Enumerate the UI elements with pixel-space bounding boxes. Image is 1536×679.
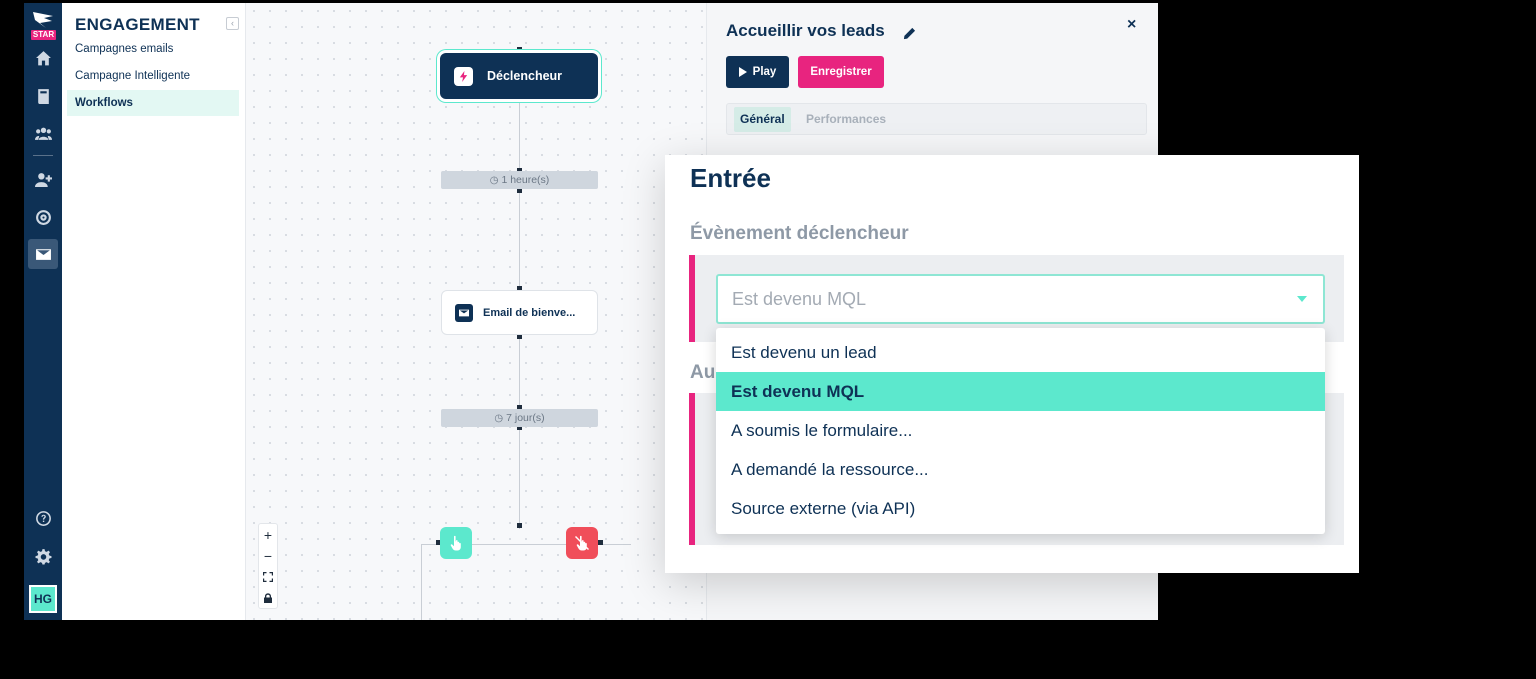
- trigger-node-badge: [454, 66, 473, 86]
- save-button[interactable]: Enregistrer: [798, 56, 884, 88]
- lock-icon: [264, 592, 272, 603]
- connector-handle[interactable]: [517, 47, 522, 52]
- collapse-sidebar-button[interactable]: ‹: [226, 17, 239, 30]
- trigger-node[interactable]: Déclencheur: [440, 53, 598, 99]
- condition-yes-node[interactable]: [440, 527, 472, 559]
- delay-node-label: 1 heure(s): [501, 174, 550, 186]
- dropdown-option-selected[interactable]: Est devenu MQL: [716, 372, 1325, 411]
- nav-add-user[interactable]: [28, 164, 58, 194]
- email-node[interactable]: Email de bienve...: [441, 290, 598, 335]
- zoom-in-button[interactable]: +: [259, 524, 277, 545]
- tab-performances[interactable]: Performances: [800, 107, 892, 132]
- subnav-item-smart-campaign[interactable]: Campagne Intelligente: [67, 63, 239, 89]
- delay-node[interactable]: ◷ 7 jour(s): [441, 409, 598, 427]
- connector-handle[interactable]: [517, 523, 522, 528]
- brand-logo-text: STAR: [31, 30, 56, 40]
- lightning-icon: [459, 70, 468, 82]
- dropdown-option[interactable]: A soumis le formulaire...: [716, 411, 1325, 450]
- help-icon: [35, 510, 51, 526]
- mail-icon: [459, 309, 469, 316]
- delay-node[interactable]: ◷ 1 heure(s): [441, 171, 598, 189]
- secondary-section-label: Au: [690, 362, 716, 383]
- nav-engagement[interactable]: [28, 239, 58, 269]
- add-user-icon: [34, 172, 52, 187]
- trigger-event-label: Évènement déclencheur: [690, 223, 909, 244]
- no-click-icon: [575, 535, 589, 551]
- trigger-event-select[interactable]: Est devenu MQL: [716, 274, 1325, 324]
- edit-title-button[interactable]: [903, 27, 916, 40]
- avatar[interactable]: HG: [29, 585, 57, 613]
- condition-no-node[interactable]: [566, 527, 598, 559]
- close-panel-button[interactable]: ×: [1127, 16, 1136, 34]
- panel-tabs: Général Performances: [726, 103, 1147, 135]
- branch-connector-left: [421, 544, 422, 620]
- clock-icon: ◷: [494, 412, 504, 424]
- bird-logo-icon: [33, 12, 53, 28]
- entry-title: Entrée: [690, 163, 771, 193]
- workflow-canvas[interactable]: Déclencheur ◷ 1 heure(s) Email de bienve…: [246, 3, 706, 620]
- nav-home[interactable]: [28, 43, 58, 73]
- email-node-badge: [455, 303, 473, 322]
- nav-library[interactable]: [28, 81, 58, 111]
- clock-icon: ◷: [489, 174, 499, 186]
- home-icon: [35, 50, 51, 65]
- subnav-item-workflows[interactable]: Workflows: [67, 90, 239, 116]
- gear-icon: [35, 548, 51, 564]
- delay-node-label: 7 jour(s): [506, 412, 545, 424]
- rail-divider: [33, 155, 53, 156]
- dropdown-option[interactable]: Est devenu un lead: [716, 333, 1325, 372]
- nav-contacts[interactable]: [28, 118, 58, 148]
- dropdown-option[interactable]: A demandé la ressource...: [716, 450, 1325, 489]
- click-hand-icon: [450, 535, 461, 551]
- email-node-label: Email de bienve...: [483, 306, 576, 319]
- nav-help[interactable]: [28, 503, 58, 533]
- trigger-event-dropdown: Est devenu un lead Est devenu MQL A soum…: [716, 328, 1325, 534]
- users-icon: [34, 127, 52, 140]
- brand-logo[interactable]: STAR: [29, 11, 57, 41]
- play-icon: [738, 67, 747, 77]
- fit-view-icon: [263, 571, 273, 582]
- close-icon: ×: [1127, 16, 1137, 33]
- icon-rail: STAR HG: [24, 3, 62, 620]
- play-button-label: Play: [752, 66, 777, 78]
- target-icon: [35, 209, 51, 225]
- nav-targeting[interactable]: [28, 202, 58, 232]
- chevron-left-icon: ‹: [231, 18, 234, 28]
- subnav-title: ENGAGEMENT: [75, 15, 200, 34]
- pencil-icon: [903, 27, 916, 40]
- workflow-title: Accueillir vos leads: [726, 21, 885, 40]
- caret-down-icon: [1297, 296, 1307, 302]
- subnav-item-email-campaigns[interactable]: Campagnes emails: [67, 36, 239, 62]
- nav-settings[interactable]: [28, 541, 58, 571]
- fit-view-button[interactable]: [259, 566, 277, 587]
- zoom-out-button[interactable]: −: [259, 545, 277, 566]
- trigger-node-label: Déclencheur: [487, 69, 563, 83]
- dropdown-option[interactable]: Source externe (via API): [716, 489, 1325, 528]
- lock-canvas-button[interactable]: [259, 587, 277, 608]
- entry-settings-card: Entrée Évènement déclencheur Au Est deve…: [665, 155, 1359, 573]
- engagement-subnav: ENGAGEMENT ‹ Campagnes emails Campagne I…: [62, 3, 246, 620]
- tab-general[interactable]: Général: [734, 107, 791, 132]
- book-icon: [37, 88, 49, 104]
- zoom-controls: + −: [258, 523, 278, 609]
- mail-icon: [35, 248, 51, 260]
- trigger-event-select-value: Est devenu MQL: [732, 289, 867, 309]
- connector-handle[interactable]: [598, 540, 603, 545]
- play-button[interactable]: Play: [726, 56, 789, 88]
